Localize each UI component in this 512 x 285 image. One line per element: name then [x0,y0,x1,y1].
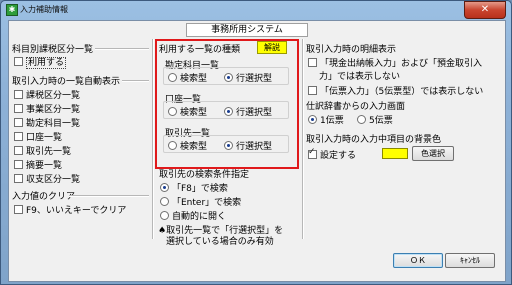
journal-input-heading: 仕訳辞書からの入力画面 [306,102,406,112]
use-category-tax-checkbox[interactable]: 利用する [14,55,67,69]
title-bar[interactable]: ✱ 入力補助情報 ✕ [1,1,511,19]
checkbox-box[interactable] [14,104,23,113]
detail-slip-checkbox[interactable]: 「伝票入力」（5伝票型）では表示しない [308,84,483,97]
radio-circle[interactable] [160,183,169,192]
checkbox-box[interactable] [14,160,23,169]
divider [122,80,149,82]
checkbox-box[interactable] [14,57,23,66]
divider [95,48,149,50]
journal-one-slip-radio[interactable]: 1伝票 [308,113,344,126]
checkbox-box[interactable] [14,118,23,127]
column-divider [152,39,154,239]
color-select-button[interactable]: 色選択 [412,146,454,161]
bg-color-swatch [382,148,408,159]
radio-circle[interactable] [357,115,366,124]
window-title: 入力補助情報 [20,5,68,14]
radio-circle[interactable] [160,197,169,206]
dialog-body: 事務所用システム 科目別課税区分一覧 利用する 取引入力時の一覧自動表示 課税区… [8,20,506,282]
detail-display-heading: 取引入力時の明細表示 [306,45,397,55]
radio-circle[interactable] [168,107,177,116]
bg-color-setting-checkbox[interactable]: 設定する [308,147,356,161]
divider [69,195,149,197]
checkbox-box[interactable] [14,90,23,99]
radio-circle[interactable] [308,115,317,124]
checkbox-box[interactable] [14,174,23,183]
bg-color-heading: 取引入力時の入力中項目の背景色 [306,135,442,145]
category-tax-heading: 科目別課税区分一覧 [12,45,94,55]
checkbox-box[interactable] [14,132,23,141]
radio-circle[interactable] [160,211,169,220]
account-search-type-radio[interactable]: 検索型 [168,71,207,84]
account-row-type-radio[interactable]: 行選択型 [224,71,272,84]
auto-item-bank-account[interactable]: 口座一覧 [14,130,62,143]
clear-heading: 入力値のクリア [12,192,76,202]
partner-note-line2: 選択している場合のみ有効 [166,237,274,247]
journal-five-slip-radio[interactable]: 5伝票 [357,113,393,126]
close-button[interactable]: ✕ [464,1,506,19]
bank-row-type-radio[interactable]: 行選択型 [224,105,272,118]
auto-item-partner[interactable]: 取引先一覧 [14,144,71,157]
checkbox-box[interactable] [308,86,317,95]
column-divider [302,39,304,239]
partner-auto-open-radio[interactable]: 自動的に開く [160,209,226,222]
partner-f8-radio[interactable]: 「F8」で検索 [160,181,228,194]
cancel-button[interactable]: ｷｬﾝｾﾙ [445,253,495,268]
radio-circle[interactable] [224,141,233,150]
detail-cashbook-label-line2: 力」では表示しない [319,72,401,82]
checkbox-box[interactable] [308,58,317,67]
bank-list-group: 検索型 行選択型 [163,101,289,119]
help-button[interactable]: 解説 [257,41,287,54]
partner-enter-radio[interactable]: 「Enter」で検索 [160,195,241,208]
auto-item-tax-category[interactable]: 課税区分一覧 [14,88,80,101]
partner-search-heading: 取引先の検索条件指定 [159,170,250,180]
checkbox-box[interactable] [14,146,23,155]
radio-circle[interactable] [224,73,233,82]
auto-item-account[interactable]: 勘定科目一覧 [14,116,80,129]
checkbox-box[interactable] [308,147,317,159]
use-label: 利用する [26,57,67,69]
partner-list-group: 検索型 行選択型 [163,135,289,153]
auto-item-business-category[interactable]: 事業区分一覧 [14,102,80,115]
partner-search-type-radio[interactable]: 検索型 [168,139,207,152]
checkbox-box[interactable] [14,205,23,214]
radio-circle[interactable] [168,141,177,150]
auto-item-summary[interactable]: 摘要一覧 [14,158,62,171]
auto-item-income-category[interactable]: 収支区分一覧 [14,172,80,185]
radio-circle[interactable] [168,73,177,82]
system-label: 事務所用システム [186,23,308,37]
app-icon: ✱ [6,4,18,16]
bank-search-type-radio[interactable]: 検索型 [168,105,207,118]
auto-display-heading: 取引入力時の一覧自動表示 [12,77,121,87]
detail-cashbook-checkbox[interactable]: 「現金出納帳入力」および「預金取引入 [308,56,482,69]
partner-row-type-radio[interactable]: 行選択型 [224,139,272,152]
account-list-group: 検索型 行選択型 [163,67,289,85]
radio-circle[interactable] [224,107,233,116]
dialog-window: ✱ 入力補助情報 ✕ 事務所用システム 科目別課税区分一覧 利用する 取引入力時… [0,0,512,285]
list-type-heading: 利用する一覧の種類 [159,45,241,55]
clear-f9-checkbox[interactable]: F9、いいえキーでクリア [14,203,126,216]
ok-button[interactable]: ＯＫ [393,253,443,268]
